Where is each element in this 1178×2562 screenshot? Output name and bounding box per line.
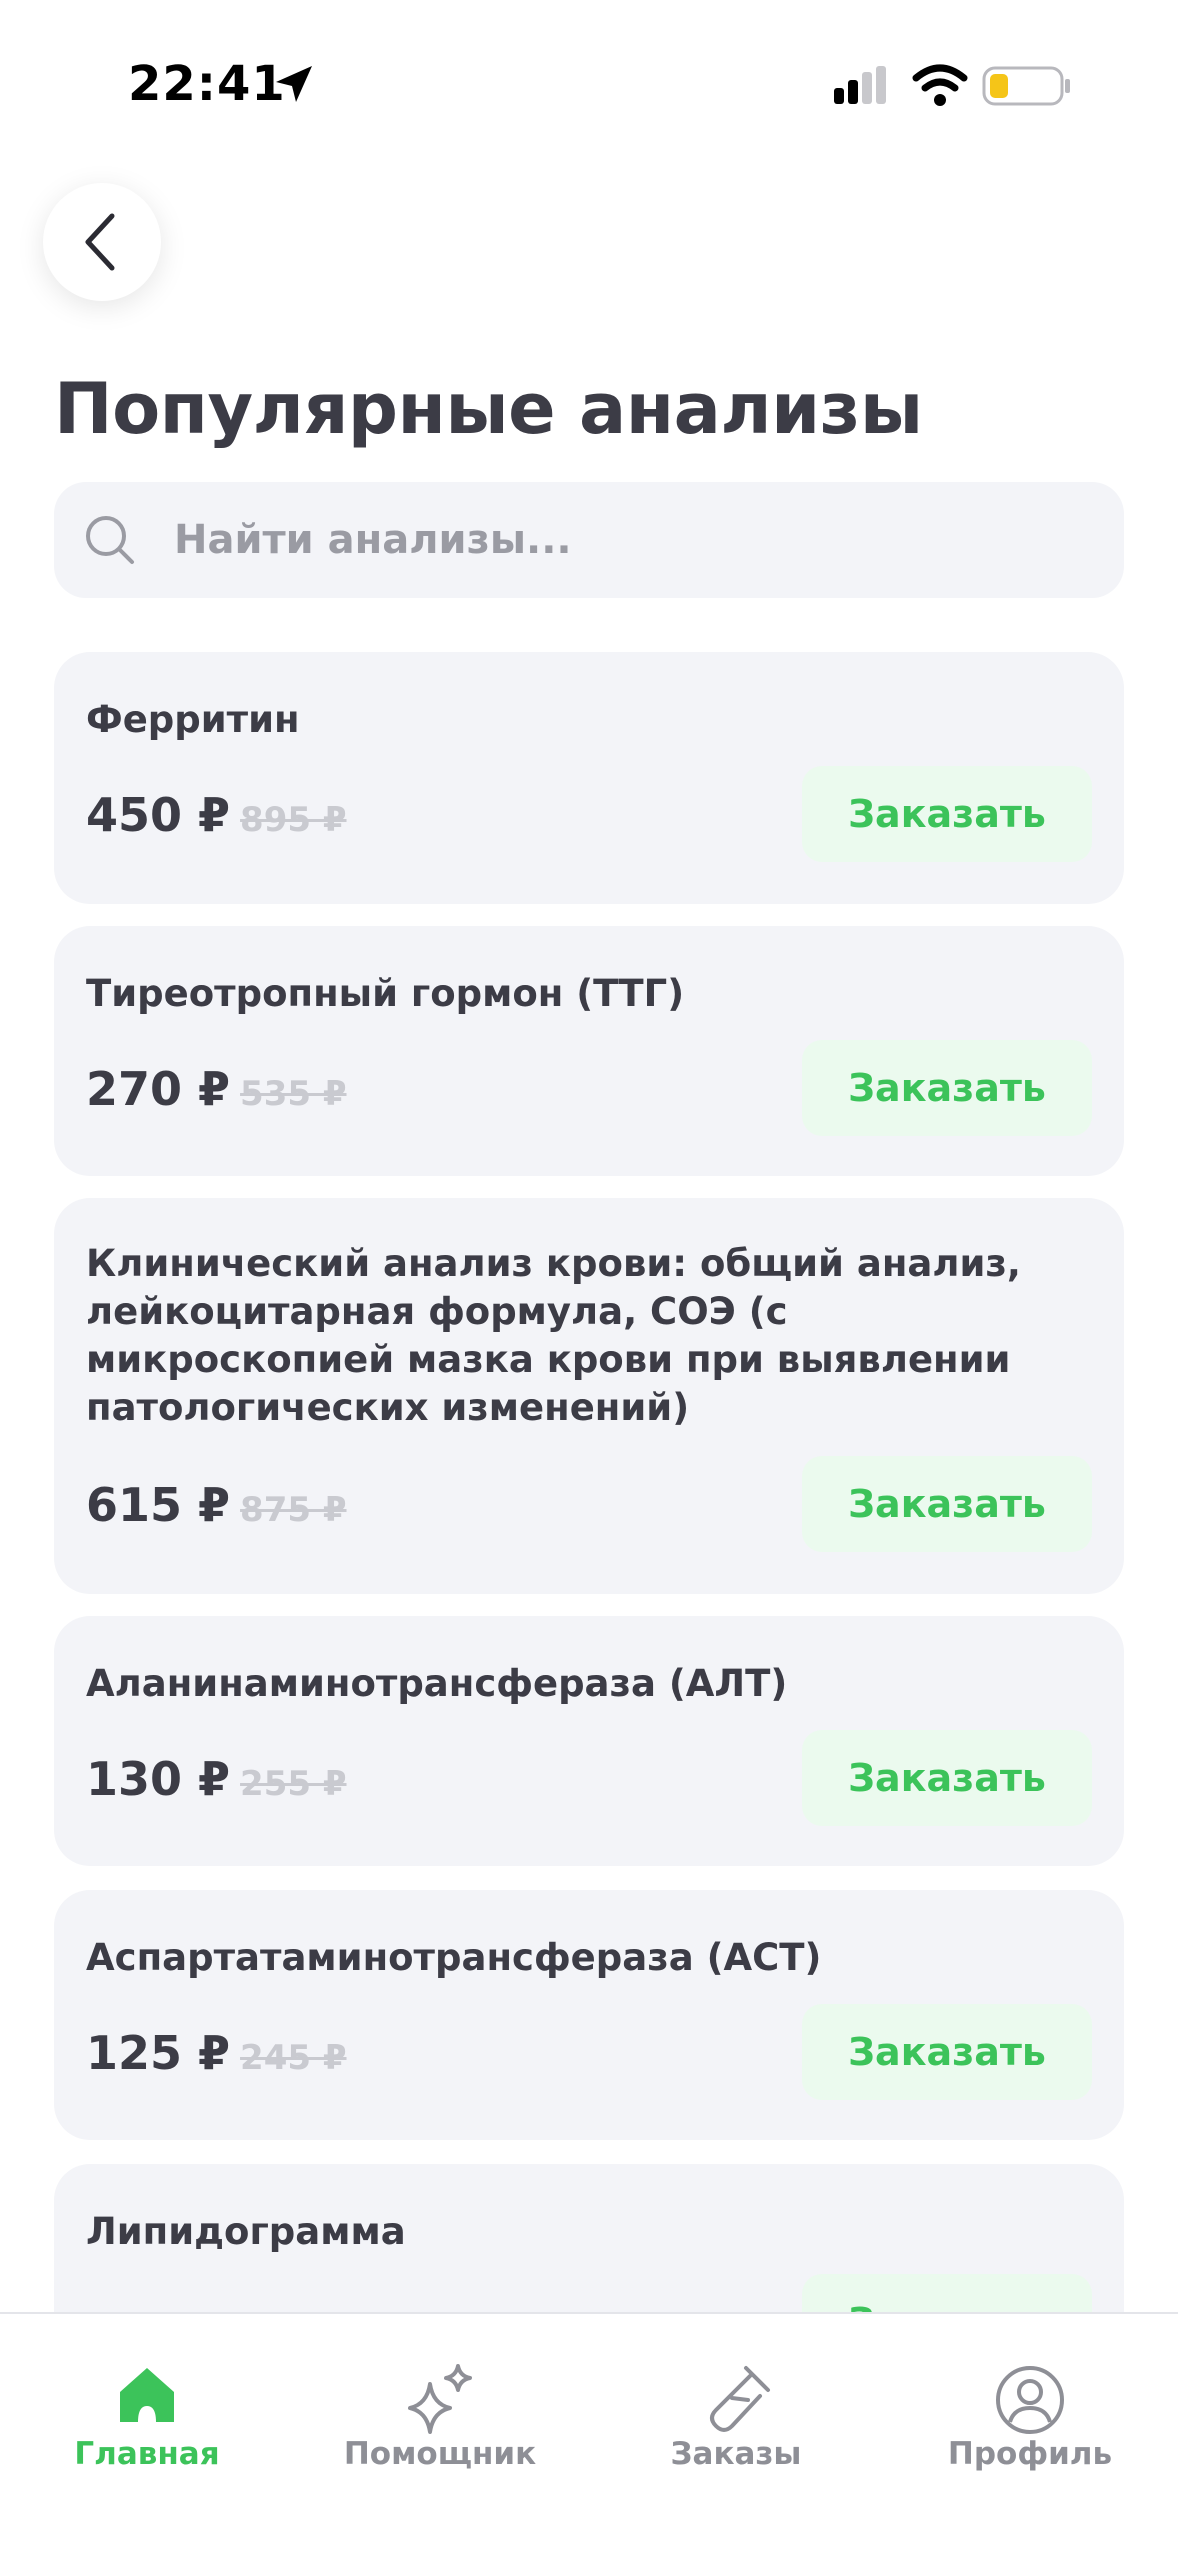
test-card: Тиреотропный гормон (ТТГ) 270 ₽535 ₽ Зак… xyxy=(54,926,1124,1176)
current-price: 270 ₽ xyxy=(86,1062,231,1116)
old-price: 895 ₽ xyxy=(240,800,347,840)
tab-orders[interactable]: Заказы xyxy=(636,2314,836,2562)
test-name: Тиреотропный гормон (ТТГ) xyxy=(86,972,685,1015)
search-icon xyxy=(86,516,134,564)
test-name: Аспартатаминотрансфераза (АСТ) xyxy=(86,1936,822,1979)
old-price: 245 ₽ xyxy=(240,2038,347,2078)
test-tube-icon xyxy=(710,2366,770,2432)
test-card: Аспартатаминотрансфераза (АСТ) 125 ₽245 … xyxy=(54,1890,1124,2140)
test-name: Аланинаминотрансфераза (АЛТ) xyxy=(86,1662,788,1705)
test-price: 450 ₽895 ₽ xyxy=(86,788,347,842)
search-box[interactable] xyxy=(54,482,1124,598)
current-price: 125 ₽ xyxy=(86,2026,231,2080)
tab-bar: Главная Помощник Заказы Профиль xyxy=(0,2312,1178,2560)
test-card: Аланинаминотрансфераза (АЛТ) 130 ₽255 ₽ … xyxy=(54,1616,1124,1866)
tab-home[interactable]: Главная xyxy=(40,2314,254,2562)
location-arrow-icon xyxy=(276,66,312,102)
test-price: 125 ₽245 ₽ xyxy=(86,2026,347,2080)
order-button[interactable]: Заказать xyxy=(802,766,1092,862)
profile-icon xyxy=(996,2366,1064,2434)
order-button[interactable]: Заказать xyxy=(802,1456,1092,1552)
test-card: Клинический анализ крови: общий анализ, … xyxy=(54,1198,1124,1594)
tab-profile[interactable]: Профиль xyxy=(920,2314,1140,2562)
cellular-signal-icon xyxy=(834,66,886,104)
order-button[interactable]: Заказать xyxy=(802,1730,1092,1826)
test-price: 270 ₽535 ₽ xyxy=(86,1062,347,1116)
tab-assistant[interactable]: Помощник xyxy=(330,2314,550,2562)
sparkles-icon xyxy=(408,2364,472,2434)
current-price: 130 ₽ xyxy=(86,1752,231,1806)
test-price: 130 ₽255 ₽ xyxy=(86,1752,347,1806)
old-price: 255 ₽ xyxy=(240,1764,347,1804)
tab-label: Главная xyxy=(74,2436,220,2472)
old-price: 535 ₽ xyxy=(240,1074,347,1114)
status-bar: 22:41 xyxy=(0,0,1178,175)
battery-low-icon xyxy=(982,66,1070,106)
chevron-left-icon xyxy=(85,213,115,271)
current-price: 450 ₽ xyxy=(86,788,231,842)
wifi-icon xyxy=(912,64,968,106)
current-price: 615 ₽ xyxy=(86,1478,231,1532)
tab-label: Заказы xyxy=(670,2436,802,2472)
tab-label: Помощник xyxy=(343,2436,537,2472)
search-input[interactable] xyxy=(172,482,1072,598)
tab-label: Профиль xyxy=(947,2436,1113,2472)
order-button[interactable]: Заказать xyxy=(802,1040,1092,1136)
order-button[interactable]: Заказать xyxy=(802,2004,1092,2100)
test-name: Липидограмма xyxy=(86,2210,406,2253)
test-price: 615 ₽875 ₽ xyxy=(86,1478,347,1532)
test-name: Ферритин xyxy=(86,698,300,741)
page-title: Популярные анализы xyxy=(54,368,923,450)
back-button[interactable] xyxy=(43,183,161,301)
status-time: 22:41 xyxy=(128,56,286,112)
home-icon xyxy=(120,2368,174,2422)
test-name: Клинический анализ крови: общий анализ, … xyxy=(86,1242,1021,1429)
test-card: Ферритин 450 ₽895 ₽ Заказать xyxy=(54,652,1124,904)
old-price: 875 ₽ xyxy=(240,1490,347,1530)
